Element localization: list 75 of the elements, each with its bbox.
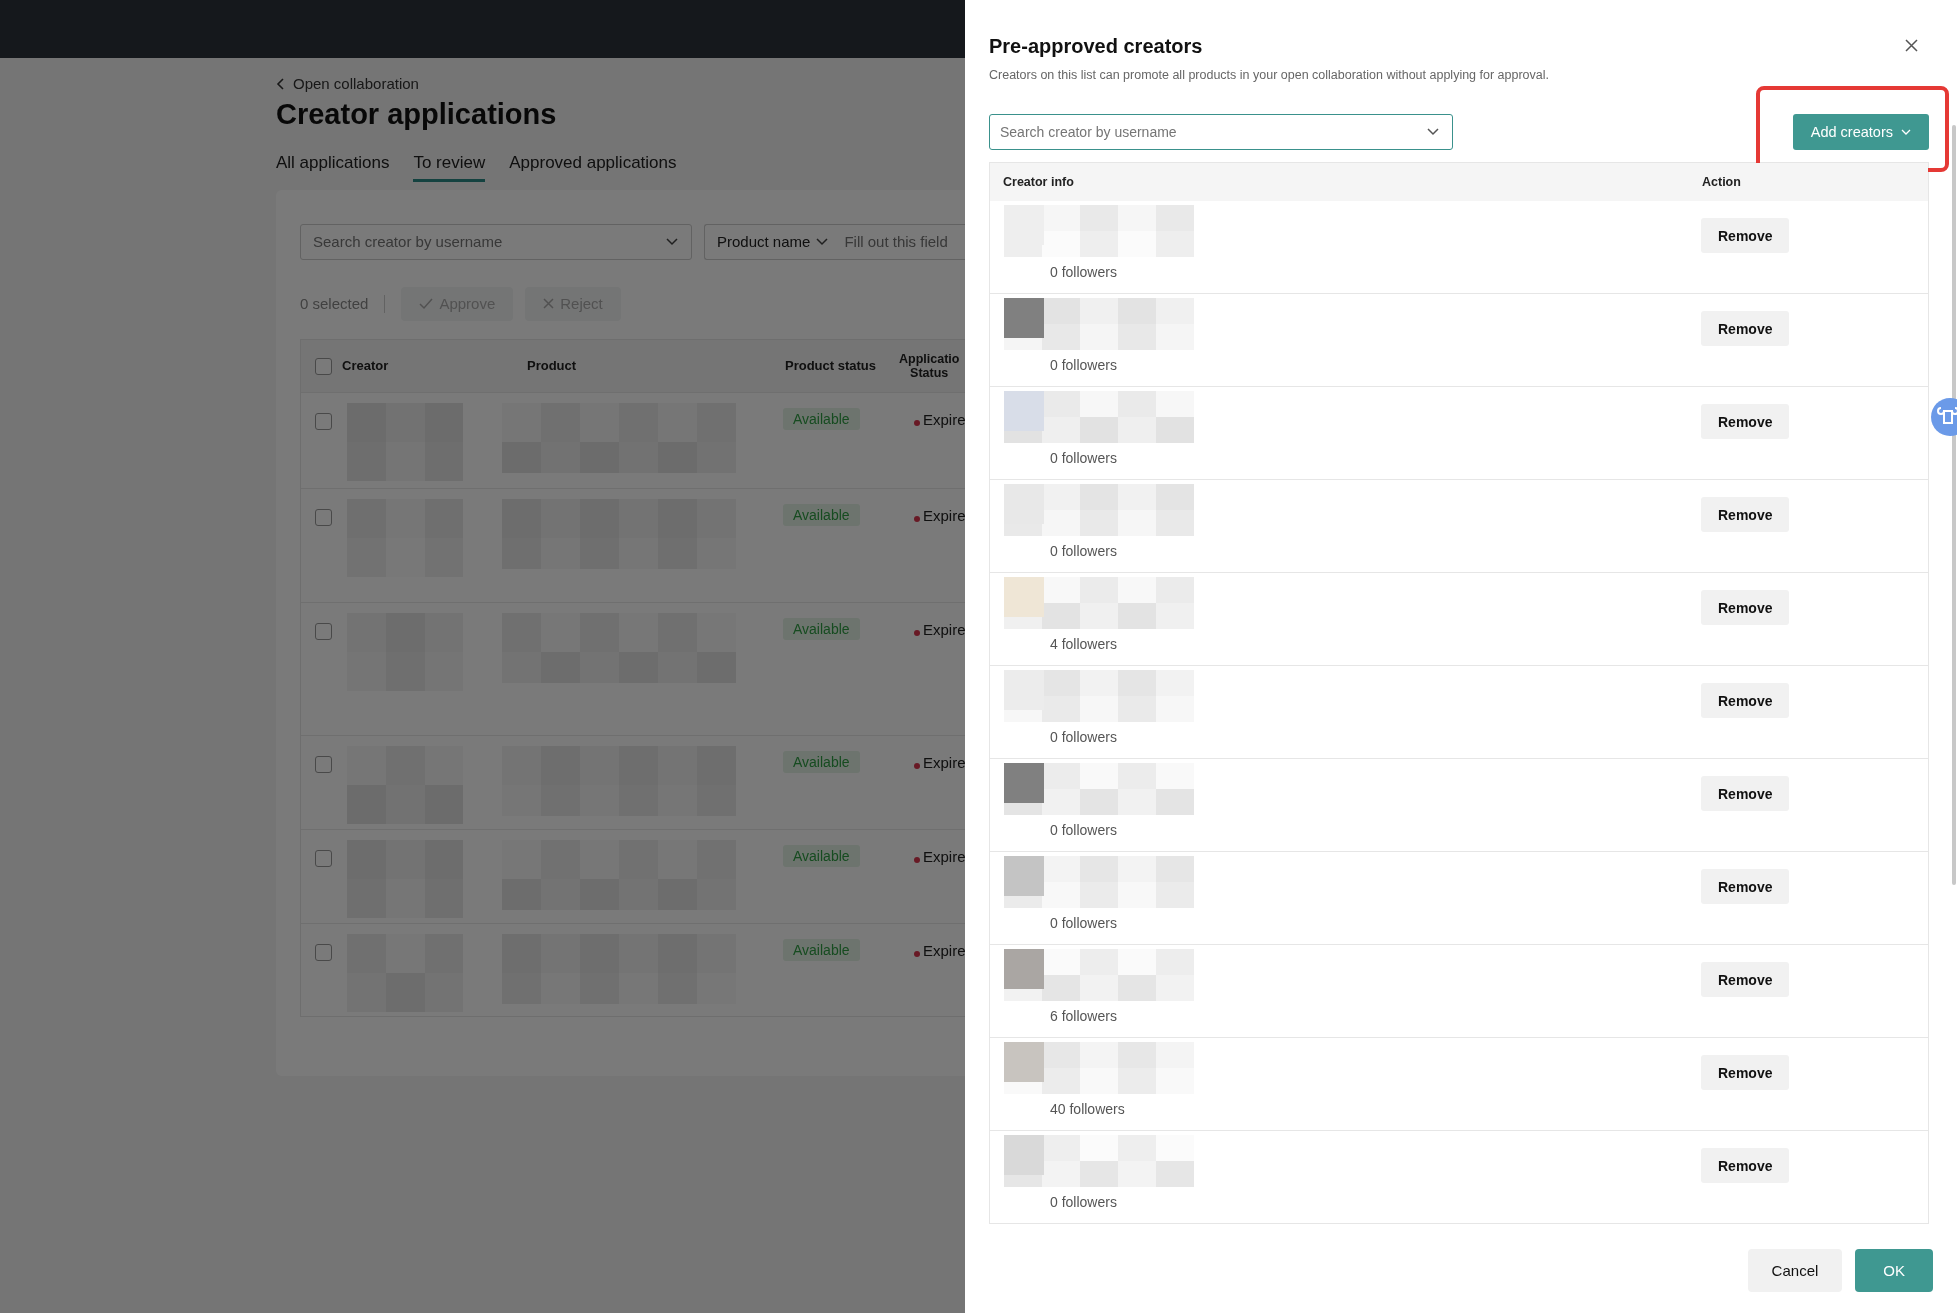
application-status: Expire bbox=[923, 506, 966, 524]
search-field[interactable]: Search creator by username bbox=[989, 114, 1453, 150]
chevron-down-icon bbox=[816, 237, 829, 246]
follower-count: 0 followers bbox=[1050, 822, 1117, 838]
column-header: Applicatio Status bbox=[899, 351, 960, 380]
follower-count: 0 followers bbox=[1050, 1194, 1117, 1210]
cancel-button[interactable]: Cancel bbox=[1747, 1249, 1843, 1292]
chevron-down-icon bbox=[1427, 128, 1439, 136]
checkbox[interactable] bbox=[315, 357, 332, 375]
checkbox[interactable] bbox=[315, 622, 332, 640]
chevron-down-icon bbox=[666, 237, 678, 246]
selected-count: 0 selected bbox=[300, 295, 369, 312]
column-header: Creator bbox=[342, 358, 389, 373]
application-status: Expire bbox=[923, 941, 966, 959]
follower-count: 0 followers bbox=[1050, 543, 1117, 559]
checkbox[interactable] bbox=[315, 508, 332, 526]
follower-count: 0 followers bbox=[1050, 264, 1117, 280]
application-status: Expire bbox=[923, 753, 966, 771]
tab[interactable]: All applications bbox=[276, 146, 390, 182]
scrollbar[interactable] bbox=[1952, 125, 1956, 885]
checkbox[interactable] bbox=[315, 755, 332, 773]
status-tag: Available bbox=[783, 844, 860, 867]
status-dot bbox=[914, 856, 920, 863]
status-dot bbox=[914, 515, 920, 522]
remove-button[interactable]: Remove bbox=[1701, 590, 1790, 625]
status-tag: Available bbox=[783, 617, 860, 640]
remove-button[interactable]: Remove bbox=[1701, 218, 1790, 253]
status-tag: Available bbox=[783, 938, 860, 961]
shortcut-icon[interactable] bbox=[1930, 397, 1957, 437]
application-status: Expire bbox=[923, 410, 966, 428]
checkbox[interactable] bbox=[315, 849, 332, 867]
status-dot bbox=[914, 950, 920, 957]
remove-button[interactable]: Remove bbox=[1701, 1055, 1790, 1090]
filter-dropdown[interactable]: Product name bbox=[717, 233, 811, 250]
follower-count: 0 followers bbox=[1050, 450, 1117, 466]
status-dot bbox=[914, 762, 920, 769]
checkbox[interactable] bbox=[315, 943, 332, 961]
remove-button[interactable]: Remove bbox=[1701, 776, 1790, 811]
status-dot bbox=[914, 629, 920, 636]
column-header: Product status bbox=[785, 358, 876, 373]
status-tag: Available bbox=[783, 503, 860, 526]
close-icon bbox=[543, 298, 555, 309]
remove-button[interactable]: Remove bbox=[1701, 1148, 1790, 1183]
follower-count: 4 followers bbox=[1050, 636, 1117, 652]
follower-count: 0 followers bbox=[1050, 729, 1117, 745]
column-header: Product bbox=[527, 358, 577, 373]
column-header: Creator info bbox=[1003, 175, 1074, 189]
remove-button[interactable]: Remove bbox=[1701, 869, 1790, 904]
follower-count: 6 followers bbox=[1050, 1008, 1117, 1024]
close-icon[interactable] bbox=[1905, 39, 1918, 52]
chevron-down-icon bbox=[1901, 128, 1911, 136]
application-status: Expire bbox=[923, 620, 966, 638]
check-icon bbox=[419, 297, 434, 310]
tab[interactable]: Approved applications bbox=[509, 146, 677, 182]
page-title: Creator applications bbox=[276, 97, 557, 131]
column-header: Action bbox=[1702, 175, 1741, 189]
status-tag: Available bbox=[783, 750, 860, 773]
remove-button[interactable]: Remove bbox=[1701, 683, 1790, 718]
follower-count: 0 followers bbox=[1050, 357, 1117, 373]
remove-button[interactable]: Remove bbox=[1701, 962, 1790, 997]
follower-count: 40 followers bbox=[1050, 1101, 1125, 1117]
remove-button[interactable]: Remove bbox=[1701, 311, 1790, 346]
back-link[interactable]: Open collaboration bbox=[276, 75, 419, 92]
status-dot bbox=[914, 419, 920, 426]
search-field[interactable]: Search creator by username bbox=[300, 223, 692, 260]
application-status: Expire bbox=[923, 847, 966, 865]
tab[interactable]: To review bbox=[413, 146, 486, 182]
checkbox[interactable] bbox=[315, 412, 332, 430]
chevron-left-icon bbox=[276, 76, 286, 91]
follower-count: 0 followers bbox=[1050, 915, 1117, 931]
remove-button[interactable]: Remove bbox=[1701, 497, 1790, 532]
remove-button[interactable]: Remove bbox=[1701, 404, 1790, 439]
status-tag: Available bbox=[783, 407, 860, 430]
drawer-title: Pre-approved creators bbox=[989, 35, 1204, 58]
drawer-description: Creators on this list can promote all products in your open collaboration without applying for approval. bbox=[989, 68, 1550, 82]
